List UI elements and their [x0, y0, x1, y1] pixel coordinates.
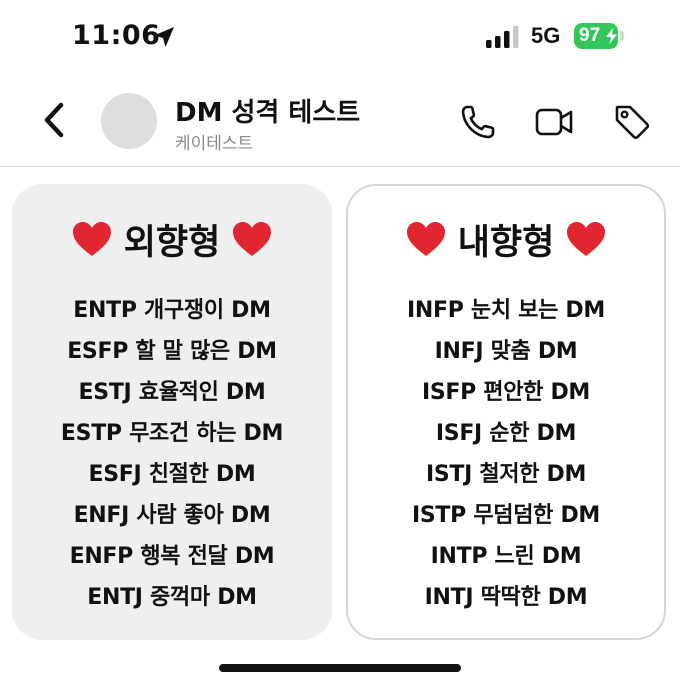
list-item: ESFP 할 말 많은 DM: [67, 339, 277, 364]
list-item: ENFJ 사람 좋아 DM: [73, 503, 271, 528]
charging-bolt-icon: [606, 28, 617, 44]
extrovert-card[interactable]: 외향형 ENTP 개구쟁이 DM ESFP 할 말 많은 DM ESTJ 효율적…: [12, 184, 332, 640]
list-item: INFP 눈치 보는 DM: [407, 298, 605, 323]
list-item: INFJ 맞춤 DM: [434, 339, 578, 364]
status-time: 11:06: [72, 20, 161, 51]
personality-list: INFP 눈치 보는 DM INFJ 맞춤 DM ISFP 편안한 DM ISF…: [348, 290, 664, 618]
red-heart-icon: [406, 222, 445, 256]
battery-indicator: 97: [574, 23, 624, 49]
list-item: ENTP 개구쟁이 DM: [73, 298, 271, 323]
card-heading-text: 내향형: [457, 222, 555, 263]
list-item: INTP 느린 DM: [430, 544, 582, 569]
card-heading: 내향형: [348, 214, 664, 264]
phone-icon[interactable]: [458, 102, 498, 142]
red-heart-icon: [567, 222, 606, 256]
list-item: ENTJ 중꺽마 DM: [87, 585, 257, 610]
location-arrow-icon: [154, 27, 174, 47]
network-label: 5G: [531, 23, 561, 48]
list-item: ESTJ 효율적인 DM: [78, 380, 266, 405]
list-item: ESTP 무조건 하는 DM: [60, 421, 284, 446]
list-item: ENFP 행복 전달 DM: [69, 544, 275, 569]
list-item: ESFJ 친절한 DM: [88, 462, 256, 487]
list-item: INTJ 딱딱한 DM: [424, 585, 588, 610]
screen: 11:06 5G 97 DM 성격 테스트 케이테스트 외향형 ENTP 개구쟁…: [0, 0, 680, 680]
battery-cap: [620, 31, 624, 41]
tag-icon[interactable]: [612, 102, 652, 142]
video-camera-icon[interactable]: [534, 102, 574, 142]
card-heading-text: 외향형: [123, 222, 221, 263]
red-heart-icon: [72, 222, 111, 256]
red-heart-icon: [233, 222, 272, 256]
list-item: ISTJ 철저한 DM: [425, 462, 587, 487]
list-item: ISFJ 순한 DM: [435, 421, 577, 446]
chat-subtitle: 케이테스트: [175, 134, 254, 154]
chat-title[interactable]: DM 성격 테스트: [175, 92, 360, 129]
avatar[interactable]: [101, 93, 157, 149]
introvert-card[interactable]: 내향형 INFP 눈치 보는 DM INFJ 맞춤 DM ISFP 편안한 DM…: [346, 184, 666, 640]
list-item: ISFP 편안한 DM: [421, 380, 591, 405]
personality-list: ENTP 개구쟁이 DM ESFP 할 말 많은 DM ESTJ 효율적인 DM…: [12, 290, 332, 618]
signal-bars-icon: [486, 26, 519, 48]
home-indicator[interactable]: [219, 664, 461, 672]
status-bar: 11:06 5G 97: [0, 0, 680, 70]
list-item: ISTP 무덤덤한 DM: [412, 503, 600, 528]
chat-header: DM 성격 테스트 케이테스트: [0, 70, 680, 167]
card-heading: 외향형: [12, 214, 332, 264]
chevron-left-icon[interactable]: [36, 100, 72, 140]
